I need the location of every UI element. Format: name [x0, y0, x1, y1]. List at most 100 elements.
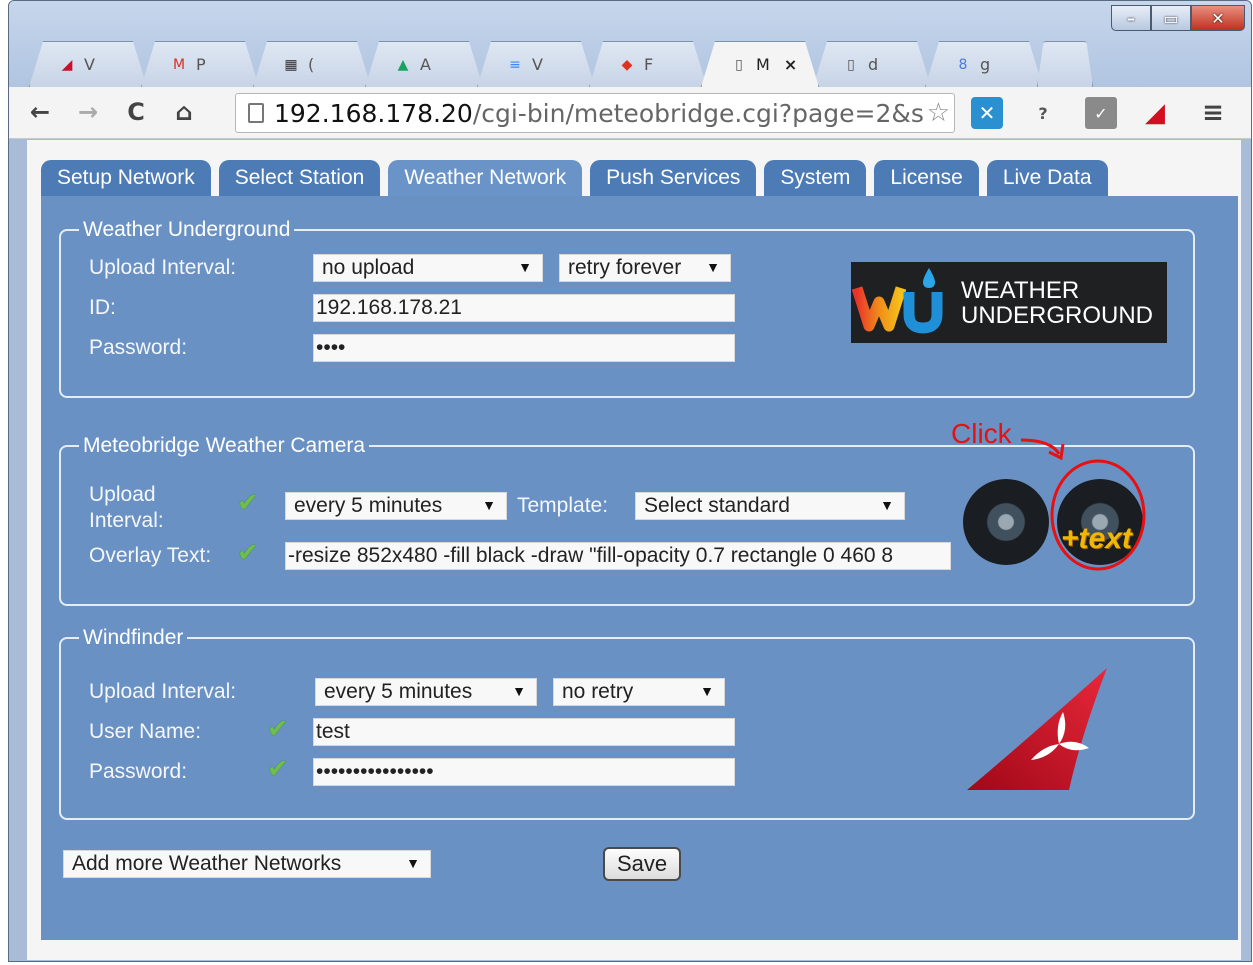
extension-acrobat-icon[interactable]: ◢: [1139, 97, 1171, 129]
menu-icon[interactable]: ≡: [1197, 97, 1229, 129]
wu-id-input[interactable]: 192.168.178.21: [313, 294, 735, 322]
browser-toolbar: ← → C ⌂ 192.168.178.20/cgi-bin/meteobrid…: [9, 87, 1251, 139]
windfinder-password-label: Password:: [89, 760, 188, 783]
tab-live-data[interactable]: Live Data: [986, 160, 1108, 196]
wu-logo-text: WEATHER UNDERGROUND: [961, 278, 1153, 328]
browser-tab[interactable]: MP: [141, 41, 259, 87]
page-viewport: Setup Network Select Station Weather Netwo…: [27, 140, 1241, 960]
google-icon: 8: [958, 56, 968, 73]
extension-x-icon[interactable]: ✕: [971, 97, 1003, 129]
browser-tab-label: V: [84, 55, 95, 74]
camera-template-select[interactable]: Select standard ▼: [635, 492, 905, 520]
bookmark-star-icon[interactable]: ☆: [927, 98, 950, 128]
tab-weather-network[interactable]: Weather Network: [388, 160, 583, 196]
home-icon[interactable]: ⌂: [169, 97, 199, 127]
wu-logo-mark: [851, 268, 943, 334]
browser-tab-label: V: [532, 55, 543, 74]
drive-icon: ▲: [397, 56, 409, 73]
back-arrow-icon[interactable]: ←: [25, 97, 55, 127]
save-button[interactable]: Save: [603, 847, 682, 881]
browser-tab[interactable]: 8g: [925, 41, 1043, 87]
browser-tab-label: F: [644, 55, 654, 74]
tab-system[interactable]: System: [764, 160, 867, 196]
browser-tab-label: A: [420, 55, 431, 74]
minimize-button[interactable]: –: [1111, 5, 1151, 31]
browser-tab[interactable]: ▯ M ×: [701, 41, 819, 87]
windfinder-retry-select[interactable]: no retry ▼: [553, 678, 725, 706]
browser-tab[interactable]: ▯ d: [813, 41, 931, 87]
label-line-2: Interval:: [89, 509, 164, 532]
browser-tab-label: M: [756, 55, 770, 74]
windfinder-upload-interval-select[interactable]: every 5 minutes ▼: [315, 678, 537, 706]
new-tab-button[interactable]: [1037, 41, 1093, 87]
check-icon: ✔: [237, 538, 259, 568]
weather-network-panel: Weather Underground Upload Interval: no …: [41, 196, 1238, 940]
browser-tab-strip: ◢ V M P ▦(▲ A ≡ V ◆ F ▯ M × ▯ d 8 g: [29, 41, 1087, 87]
upload-interval-label: Upload Interval:: [89, 256, 237, 279]
tab-license[interactable]: License: [874, 160, 979, 196]
browser-tab-label: g: [980, 55, 991, 74]
forward-arrow-icon[interactable]: →: [73, 97, 103, 127]
close-tab-icon[interactable]: ×: [784, 55, 797, 74]
browser-tab[interactable]: ◢ V: [29, 41, 147, 87]
acrobat-icon: ◢: [61, 56, 73, 73]
windfinder-password-input[interactable]: ••••••••••••••••: [313, 758, 735, 786]
password-label: Password:: [89, 336, 188, 359]
gmail-icon: M: [172, 56, 186, 73]
template-label: Template:: [517, 494, 609, 517]
id-label: ID:: [89, 296, 116, 319]
logo-line-2: UNDERGROUND: [961, 301, 1153, 329]
section-title: Meteobridge Weather Camera: [83, 434, 366, 457]
weather-underground-logo: WEATHER UNDERGROUND: [851, 262, 1167, 343]
dropdown-arrow-icon: ▼: [706, 259, 720, 275]
label-line-1: Upload: [89, 483, 156, 506]
maximize-button[interactable]: ▭: [1151, 5, 1191, 31]
section-title: Windfinder: [83, 626, 184, 649]
browser-tab-label: (: [308, 55, 315, 74]
reload-icon[interactable]: C: [121, 97, 151, 127]
click-annotation-label: Click: [951, 418, 1012, 449]
overlay-text-label: Overlay Text:: [89, 544, 212, 567]
overlay-text-input[interactable]: -resize 852x480 -fill black -draw "fill-…: [285, 542, 951, 570]
check-icon: ✔: [237, 488, 259, 518]
check-icon: ✔: [267, 754, 289, 784]
page-icon: ▯: [847, 56, 855, 73]
window-controls: – ▭ ✕: [1111, 5, 1245, 31]
tab-push-services[interactable]: Push Services: [590, 160, 757, 196]
browser-tab[interactable]: ▲ A: [365, 41, 483, 87]
wu-retry-select[interactable]: retry forever ▼: [559, 254, 731, 282]
address-bar[interactable]: 192.168.178.20/cgi-bin/meteobridge.cgi?p…: [235, 93, 955, 133]
extension-chart-icon[interactable]: ✓: [1085, 97, 1117, 129]
windfinder-upload-interval-label: Upload Interval:: [89, 680, 237, 703]
add-weather-networks-select[interactable]: Add more Weather Networks ▼: [63, 850, 431, 878]
section-title: Weather Underground: [83, 218, 291, 241]
wu-upload-interval-select[interactable]: no upload ▼: [313, 254, 543, 282]
browser-tab[interactable]: ≡ V: [477, 41, 595, 87]
tab-setup-network[interactable]: Setup Network: [41, 160, 211, 196]
select-value: no retry: [562, 680, 634, 703]
select-value: Select standard: [644, 494, 790, 517]
browser-window: – ▭ ✕ ◢ V M P ▦(▲ A ≡ V ◆ F ▯ M × ▯ d 8 g ← → C ⌂ 192.16…: [8, 0, 1252, 962]
browser-tab[interactable]: ▦(: [253, 41, 371, 87]
url-text: 192.168.178.20/cgi-bin/meteobridge.cgi?p…: [274, 98, 924, 128]
browser-tab-label: d: [868, 55, 879, 74]
trello-icon: ▦: [284, 56, 298, 73]
close-window-button[interactable]: ✕: [1191, 5, 1245, 31]
browser-tab[interactable]: ◆ F: [589, 41, 707, 87]
title-bar: – ▭ ✕ ◢ V M P ▦(▲ A ≡ V ◆ F ▯ M × ▯ d 8 g: [9, 1, 1251, 89]
page-icon: ▯: [735, 56, 743, 73]
tab-select-station[interactable]: Select Station: [218, 160, 381, 196]
select-value: no upload: [322, 256, 415, 279]
windfinder-username-input[interactable]: test: [313, 718, 735, 746]
dropdown-arrow-icon: ▼: [518, 259, 532, 275]
select-value: every 5 minutes: [294, 494, 443, 517]
logo-line-1: WEATHER: [961, 276, 1080, 304]
select-value: retry forever: [568, 256, 682, 279]
camera-upload-interval-select[interactable]: every 5 minutes ▼: [285, 492, 507, 520]
extension-help-icon[interactable]: ?: [1027, 97, 1059, 129]
browser-tab-label: P: [196, 55, 206, 74]
wu-password-input[interactable]: ••••: [313, 334, 735, 362]
check-icon: ✔: [267, 714, 289, 744]
select-value: Add more Weather Networks: [72, 852, 342, 875]
camera-upload-interval-label: Upload Interval:: [89, 482, 164, 534]
